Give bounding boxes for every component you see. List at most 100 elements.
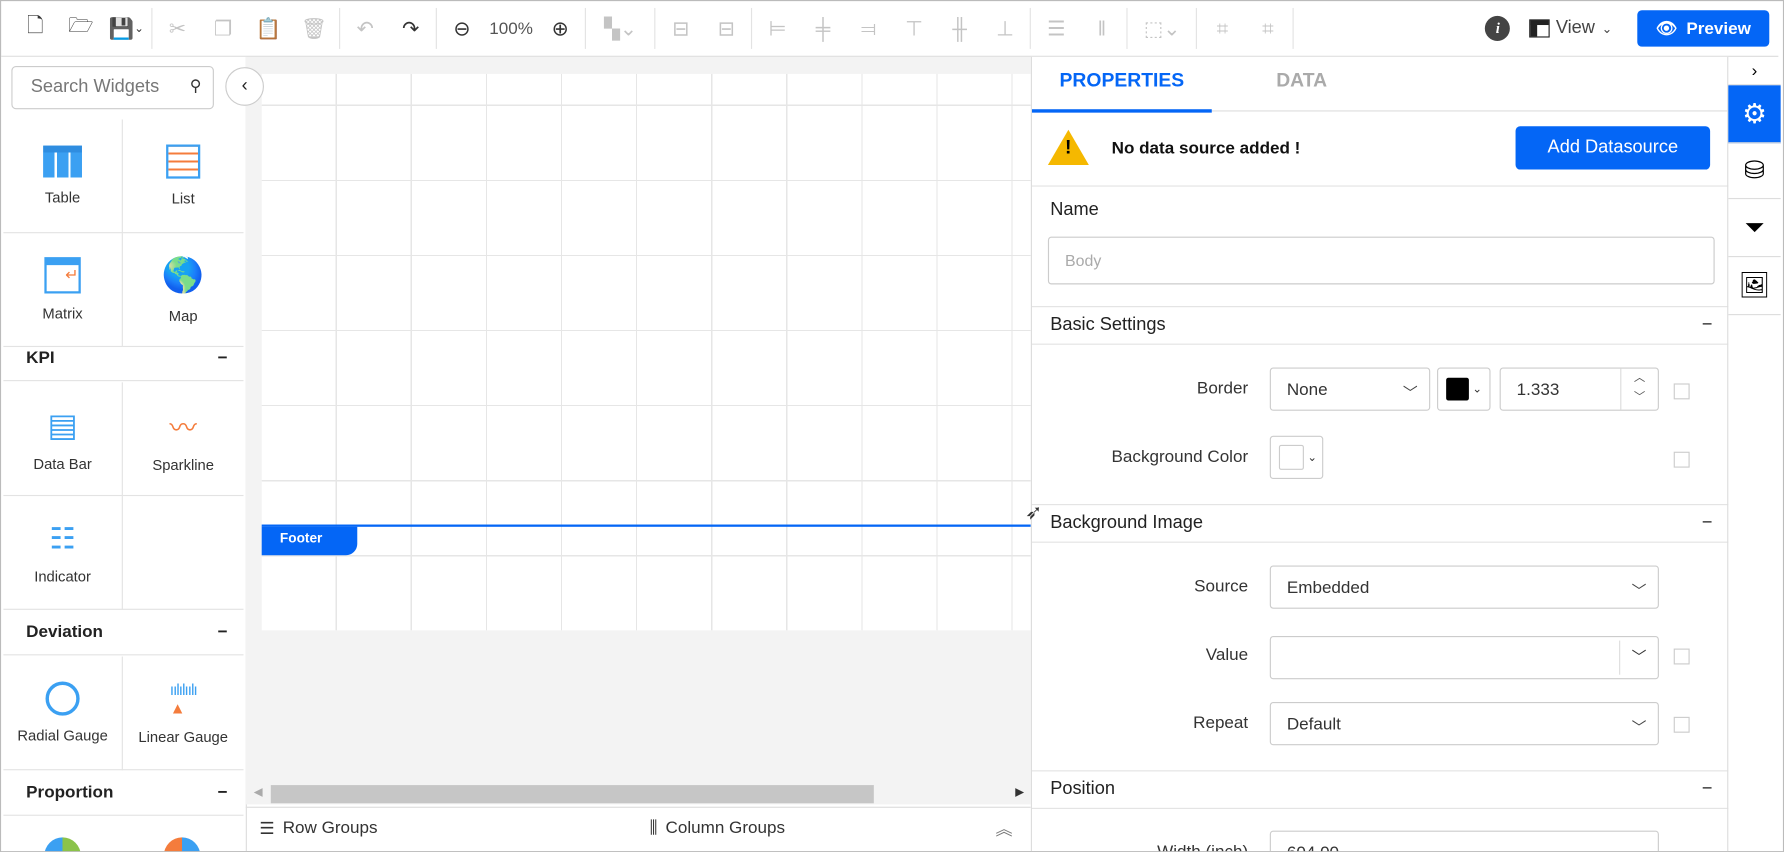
redo-icon[interactable]: ↷ (388, 1, 434, 56)
source-dropdown[interactable]: Embedded ﹀ (1269, 565, 1659, 609)
save-icon[interactable]: 💾 ⌄ (104, 1, 150, 56)
border-width-stepper[interactable]: 1.333 ︿ ﹀ (1499, 367, 1659, 411)
background-color-picker[interactable]: ⌄ (1269, 435, 1324, 480)
widget-grid: Table List ↵ Matrix 🌎 Map (3, 119, 244, 348)
repeat-dropdown[interactable]: Default ﹀ (1269, 702, 1659, 746)
paste-icon[interactable]: 📋 (246, 1, 292, 56)
row-groups-icon: ☰ (259, 819, 275, 839)
collapse-icon: − (1701, 315, 1713, 335)
report-body[interactable] (261, 73, 1031, 631)
pie-chart-icon[interactable] (44, 837, 81, 852)
search-icon: ⚲ (189, 76, 202, 95)
doughnut-chart-icon[interactable] (163, 837, 201, 852)
add-datasource-button[interactable]: Add Datasource (1515, 126, 1711, 170)
collapse-properties-icon[interactable]: › (1728, 57, 1781, 86)
distribute-h-icon[interactable]: ☰ (1034, 1, 1080, 56)
border-label: Border (1196, 378, 1249, 399)
center-icon[interactable]: ⌗ (1245, 1, 1291, 56)
category-kpi[interactable]: KPI − (3, 336, 244, 382)
no-datasource-message: No data source added ! (1111, 138, 1301, 159)
delete-icon[interactable]: 🗑 (291, 1, 337, 56)
footer-divider[interactable] (261, 524, 1031, 527)
position-header[interactable]: Position − (1031, 770, 1729, 809)
collapse-icon: − (217, 622, 228, 642)
widget-matrix[interactable]: ↵ Matrix (3, 233, 123, 348)
name-input[interactable]: Body (1047, 236, 1715, 285)
info-icon[interactable]: i (1485, 15, 1511, 41)
indicator-icon: ☷ (49, 520, 76, 555)
copy-icon[interactable]: ❐ (200, 1, 246, 56)
undo-icon[interactable]: ↶ (342, 1, 388, 56)
zoom-level: 100% (489, 18, 533, 39)
search-widgets-input[interactable]: Search Widgets ⚲ (11, 65, 214, 110)
width-input[interactable]: 604.00 (1269, 830, 1659, 852)
widget-sparkline[interactable]: 〰 Sparkline (122, 382, 244, 497)
cut-icon[interactable]: ✂ (155, 1, 201, 56)
split-vertical-icon[interactable]: ⊟ (704, 1, 750, 56)
width-label: Width (inch) (1157, 841, 1249, 852)
linear-gauge-icon: ıılılıılı ▲ (169, 680, 198, 717)
filter-icon[interactable]: ⏷ (1728, 199, 1781, 258)
value-dropdown[interactable]: ﹀ (1269, 636, 1659, 680)
image-settings-icon[interactable]: 🖼 (1728, 257, 1781, 316)
widget-table[interactable]: Table (3, 119, 123, 234)
order-icon[interactable]: ▚⌄ (589, 1, 653, 56)
align-left-icon[interactable]: ⊨ (755, 1, 801, 56)
matrix-icon: ↵ (44, 257, 81, 294)
category-proportion[interactable]: Proportion − (3, 770, 244, 816)
tab-properties[interactable]: PROPERTIES (1031, 57, 1212, 113)
column-groups-button[interactable]: ⫼ Column Groups (650, 818, 785, 837)
align-top-icon[interactable]: ⊤ (891, 1, 937, 56)
expand-icon[interactable]: ︽ (996, 817, 1013, 841)
settings-icon[interactable]: ⚙ (1728, 85, 1781, 144)
widget-list[interactable]: List (122, 119, 244, 234)
sparkline-icon: 〰 (169, 412, 197, 444)
size-icon[interactable]: ⬚⌄ (1130, 1, 1194, 56)
source-label: Source (1194, 576, 1249, 597)
border-color-picker[interactable]: ⌄ (1437, 367, 1491, 411)
widget-map[interactable]: 🌎 Map (122, 233, 244, 348)
tab-data[interactable]: DATA (1212, 57, 1392, 109)
view-dropdown[interactable]: View ⌄ (1529, 18, 1612, 38)
align-right-icon[interactable]: ⫤ (846, 1, 892, 56)
footer-label[interactable]: Footer (261, 526, 358, 556)
new-file-icon[interactable]: 🗋 (13, 1, 59, 56)
eye-icon: 👁 (1655, 19, 1678, 39)
background-color-checkbox[interactable] (1673, 451, 1690, 468)
border-checkbox[interactable] (1673, 383, 1690, 400)
widget-indicator[interactable]: ☷ Indicator (3, 496, 123, 610)
distribute-v-icon[interactable]: ‖ (1079, 1, 1125, 56)
zoom-out-icon[interactable]: ⊖ (439, 1, 485, 56)
toolbar: 🗋 🗁 💾 ⌄ ✂ ❐ 📋 🗑 ↶ ↷ ⊖ 100% ⊕ ▚⌄ ⊟ ⊟ ⊨ ╪ ⫤… (1, 1, 1779, 57)
repeat-label: Repeat (1193, 713, 1249, 733)
preview-button[interactable]: 👁 Preview (1637, 10, 1770, 47)
split-horizontal-icon[interactable]: ⊟ (658, 1, 704, 56)
background-image-header[interactable]: Background Image − (1031, 504, 1729, 543)
zoom-in-icon[interactable]: ⊕ (537, 1, 583, 56)
data-bar-icon: ▤ (47, 406, 78, 443)
table-icon (43, 145, 82, 178)
widget-radial-gauge[interactable]: Radial Gauge (3, 656, 123, 771)
category-deviation[interactable]: Deviation − (3, 610, 244, 656)
widget-data-bar[interactable]: ▤ Data Bar (3, 382, 123, 497)
list-icon (166, 144, 201, 179)
map-icon: 🌎 (161, 256, 205, 295)
repeat-checkbox[interactable] (1673, 716, 1690, 733)
column-groups-icon: ⫼ (649, 818, 658, 838)
widget-linear-gauge[interactable]: ıılılıılı ▲ Linear Gauge (122, 657, 244, 771)
border-style-dropdown[interactable]: None ﹀ (1269, 367, 1431, 411)
basic-settings-header[interactable]: Basic Settings − (1031, 306, 1729, 345)
align-bottom-icon[interactable]: ⊥ (982, 1, 1028, 56)
fit-icon[interactable]: ⌗ (1200, 1, 1246, 56)
open-folder-icon[interactable]: 🗁 (58, 1, 104, 56)
collapse-panel-button[interactable]: ‹ (225, 67, 264, 106)
database-icon[interactable]: ⛁ (1728, 143, 1781, 200)
align-center-icon[interactable]: ╪ (800, 1, 846, 56)
background-color-label: Background Color (1111, 447, 1249, 467)
horizontal-scrollbar[interactable]: ◀ ▶ (245, 783, 1031, 805)
value-label: Value (1205, 645, 1249, 665)
value-checkbox[interactable] (1673, 648, 1690, 665)
row-groups-button[interactable]: ☰ Row Groups (259, 818, 377, 838)
collapse-icon: − (1701, 779, 1713, 799)
align-middle-icon[interactable]: ╫ (937, 1, 983, 56)
